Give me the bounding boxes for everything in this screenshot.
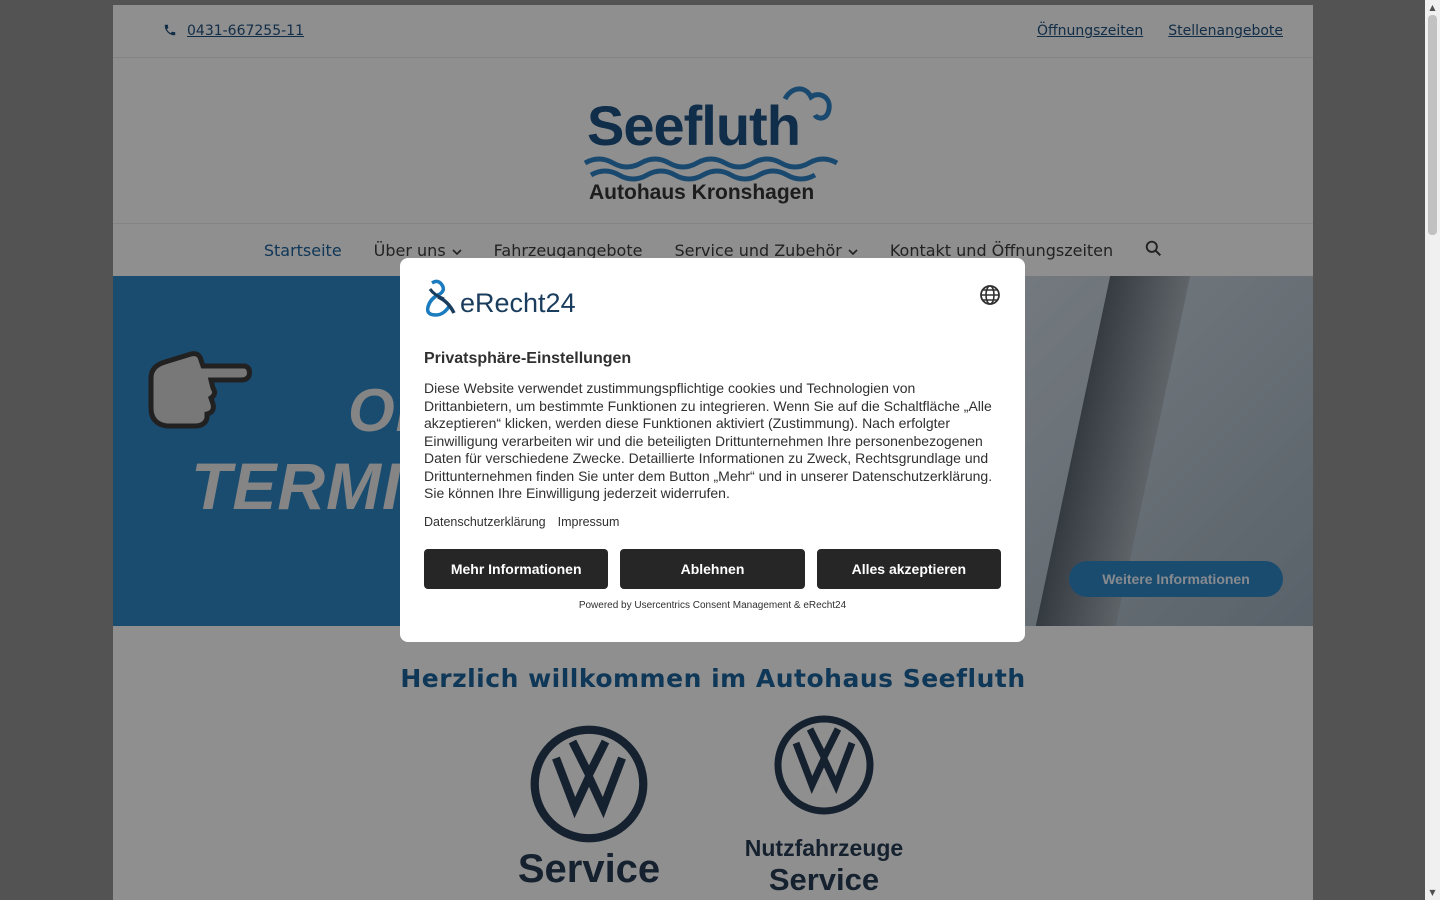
dialog-title: Privatsphäre-Einstellungen <box>424 350 632 367</box>
dialog-links: Datenschutzerklärung Impressum <box>424 515 1001 529</box>
scroll-up-icon[interactable]: ▲ <box>1427 2 1438 13</box>
decline-button[interactable]: Ablehnen <box>620 548 805 589</box>
accept-all-button[interactable]: Alles akzeptieren <box>816 548 1001 589</box>
erecht24-wordmark: eRecht24 <box>460 287 576 318</box>
scrollbar-thumb[interactable] <box>1428 15 1437 235</box>
privacy-policy-link[interactable]: Datenschutzerklärung <box>424 515 546 529</box>
imprint-link[interactable]: Impressum <box>558 515 620 529</box>
more-information-button[interactable]: Mehr Informationen <box>424 548 609 589</box>
dialog-body-text: Diese Website verwendet zustimmungspflic… <box>424 380 993 501</box>
language-globe-icon[interactable] <box>979 284 1001 311</box>
consent-dialog: eRecht24 Privatsphäre-Einstellungen Dies… <box>400 258 1025 642</box>
erecht24-icon <box>424 279 458 322</box>
scroll-down-icon[interactable]: ▼ <box>1427 887 1438 898</box>
erecht24-logo: eRecht24 <box>424 279 1001 322</box>
dialog-buttons: Mehr Informationen Ablehnen Alles akzept… <box>424 548 1001 589</box>
powered-by-text: Powered by Usercentrics Consent Manageme… <box>578 599 847 611</box>
page-scrollbar[interactable]: ▲ ▼ <box>1425 0 1440 900</box>
